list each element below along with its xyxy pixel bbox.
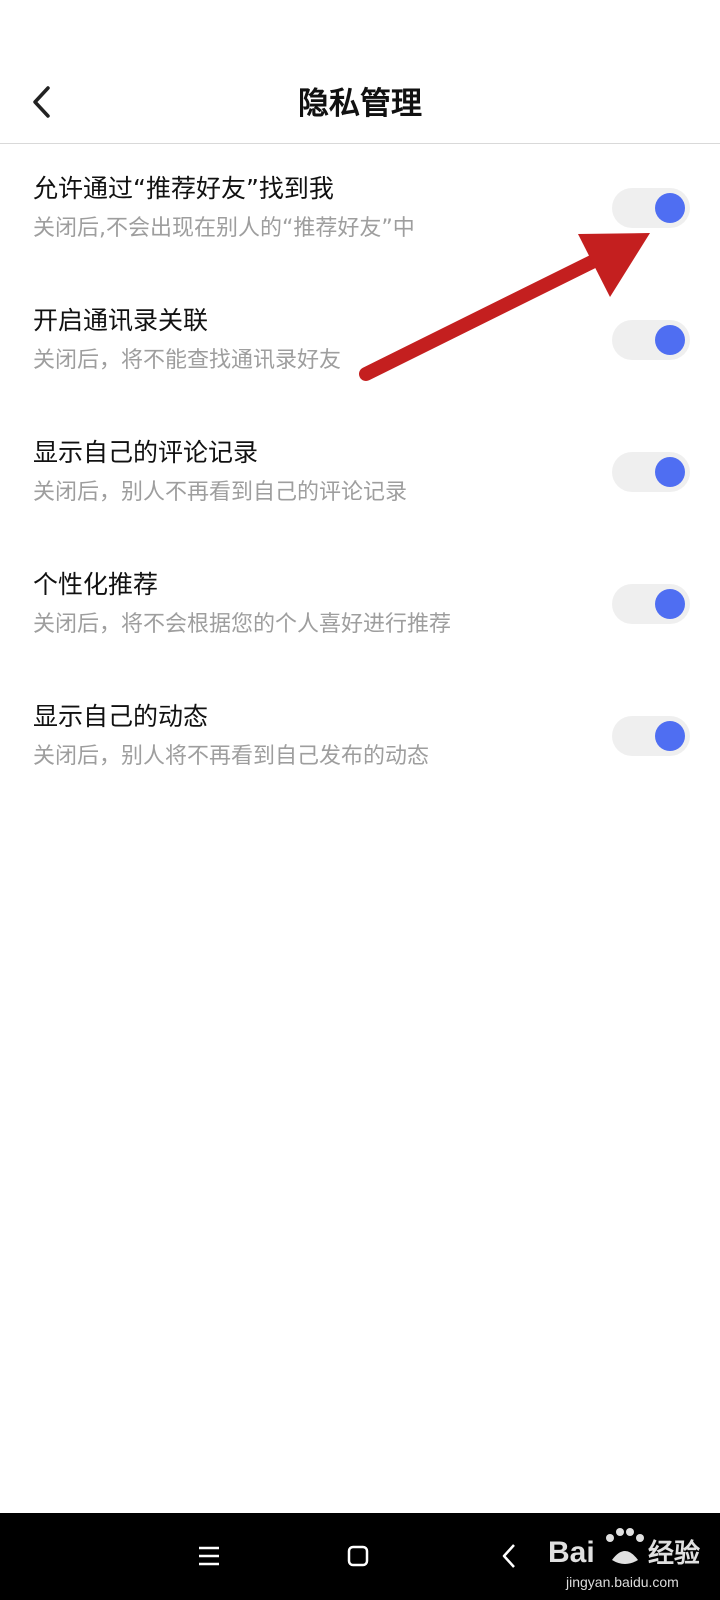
toggle-knob (655, 325, 685, 355)
setting-title: 显示自己的评论记录 (33, 438, 259, 467)
toggle-knob (655, 721, 685, 751)
system-back-button[interactable] (486, 1533, 532, 1579)
setting-description: 关闭后，别人不再看到自己的评论记录 (33, 480, 408, 505)
setting-row-comments: 显示自己的评论记录 关闭后，别人不再看到自己的评论记录 (0, 409, 720, 541)
svg-text:经验: 经验 (648, 1538, 700, 1569)
show-comments-toggle[interactable] (612, 452, 690, 492)
setting-title: 显示自己的动态 (33, 702, 209, 731)
toggle-knob (655, 589, 685, 619)
menu-icon (199, 1546, 219, 1566)
baidu-paw-logo-icon: Bai 经验 (548, 1528, 700, 1569)
setting-row-contacts: 开启通讯录关联 关闭后，将不能查找通讯录好友 (0, 277, 720, 409)
page-title: 隐私管理 (298, 86, 422, 122)
back-triangle-icon (502, 1544, 515, 1568)
svg-text:Bai: Bai (548, 1536, 595, 1569)
menu-button[interactable] (186, 1533, 232, 1579)
setting-title: 个性化推荐 (33, 570, 159, 599)
setting-row-personalized: 个性化推荐 关闭后，将不会根据您的个人喜好进行推荐 (0, 541, 720, 673)
setting-description: 关闭后，将不会根据您的个人喜好进行推荐 (33, 612, 452, 637)
toggle-knob (655, 457, 685, 487)
setting-description: 关闭后,不会出现在别人的“推荐好友”中 (33, 216, 415, 241)
baidu-jingyan-watermark: Bai 经验 jingyan.baidu.com (548, 1520, 716, 1596)
recommend-friends-toggle[interactable] (612, 188, 690, 228)
setting-row-activity: 显示自己的动态 关闭后，别人将不再看到自己发布的动态 (0, 673, 720, 805)
home-button[interactable] (335, 1533, 381, 1579)
setting-description: 关闭后，别人将不再看到自己发布的动态 (33, 744, 430, 769)
privacy-settings-list: 允许通过“推荐好友”找到我 关闭后,不会出现在别人的“推荐好友”中 开启通讯录关… (0, 145, 720, 805)
header: 隐私管理 (0, 0, 720, 144)
home-square-icon (347, 1545, 369, 1567)
setting-row-recommend-friends: 允许通过“推荐好友”找到我 关闭后,不会出现在别人的“推荐好友”中 (0, 145, 720, 277)
setting-description: 关闭后，将不能查找通讯录好友 (33, 348, 342, 373)
setting-title: 允许通过“推荐好友”找到我 (33, 174, 334, 203)
contacts-link-toggle[interactable] (612, 320, 690, 360)
watermark-url: jingyan.baidu.com (566, 1574, 679, 1590)
toggle-knob (655, 193, 685, 223)
setting-title: 开启通讯录关联 (33, 306, 209, 335)
personalized-recommend-toggle[interactable] (612, 584, 690, 624)
show-activity-toggle[interactable] (612, 716, 690, 756)
